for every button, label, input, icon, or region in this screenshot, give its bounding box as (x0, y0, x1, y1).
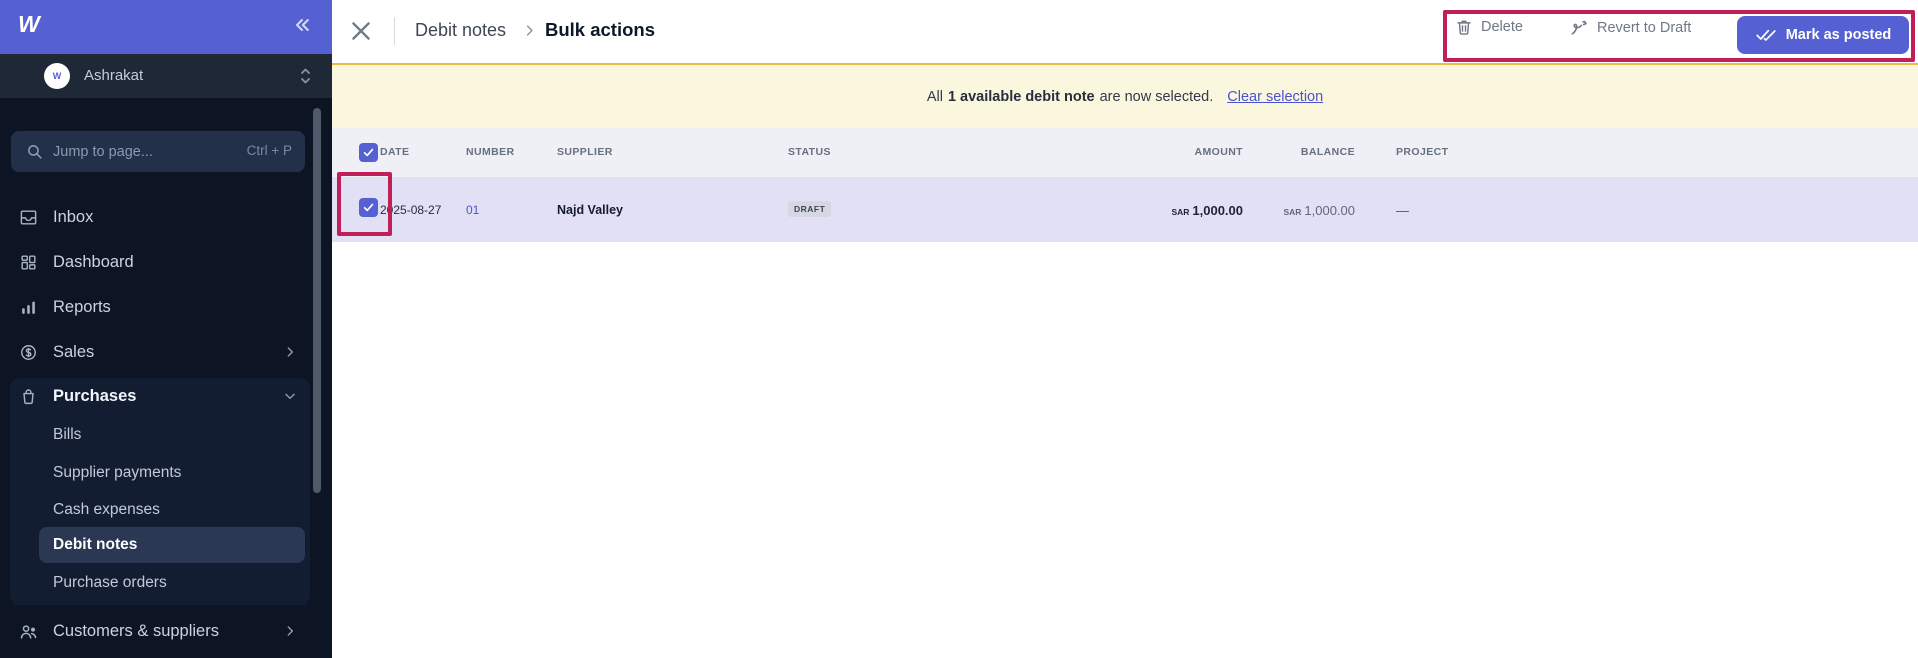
balance-value: 1,000.00 (1304, 203, 1355, 218)
revert-draft-icon (1569, 18, 1589, 38)
chevron-up-down-icon (299, 66, 312, 86)
topbar-divider (394, 17, 395, 45)
banner-prefix: All (927, 89, 943, 105)
cell-number-link[interactable]: 01 (466, 203, 479, 217)
sidebar-subitem-label: Purchase orders (53, 574, 167, 592)
search-input[interactable] (53, 131, 213, 172)
sidebar-item-label: Inbox (53, 208, 93, 227)
column-header-amount: AMOUNT (1195, 146, 1243, 158)
sidebar-item-dashboard[interactable]: Dashboard (0, 245, 310, 281)
wafeq-logo-icon: W (18, 11, 39, 38)
amount-value: 1,000.00 (1192, 203, 1243, 218)
sidebar-item-label: Purchases (53, 387, 136, 406)
sidebar-item-purchases[interactable]: Purchases (0, 379, 310, 415)
sidebar-brand-bar: W (0, 0, 332, 54)
table-header: DATE NUMBER SUPPLIER STATUS AMOUNT BALAN… (332, 128, 1918, 177)
bar-chart-icon (19, 298, 38, 317)
status-badge: DRAFT (788, 201, 831, 217)
chevron-right-icon (283, 345, 297, 359)
cell-amount: SAR 1,000.00 (1171, 203, 1243, 218)
mark-as-posted-label: Mark as posted (1786, 27, 1892, 43)
sidebar-subitem-label: Bills (53, 426, 81, 444)
cell-supplier: Najd Valley (557, 203, 623, 217)
cell-date: 2025-08-27 (380, 203, 441, 217)
sidebar-item-label: Dashboard (53, 253, 134, 272)
breadcrumb-parent[interactable]: Debit notes (415, 20, 506, 41)
user-name: Ashrakat (84, 67, 143, 84)
selection-banner: All 1 available debit note are now selec… (332, 63, 1918, 128)
search-shortcut-hint: Ctrl + P (247, 143, 292, 158)
column-header-project: PROJECT (1396, 146, 1448, 158)
sidebar-item-inbox[interactable]: Inbox (0, 200, 310, 236)
sidebar-subitem-label: Cash expenses (53, 501, 160, 519)
sidebar-item-purchase-orders[interactable]: Purchase orders (10, 565, 310, 601)
select-all-checkbox[interactable] (359, 143, 378, 162)
currency-label: SAR (1283, 207, 1301, 217)
chevron-down-icon (283, 389, 297, 403)
page-title: Bulk actions (545, 19, 655, 41)
clear-selection-link[interactable]: Clear selection (1227, 89, 1323, 105)
account-switcher[interactable]: W Ashrakat (0, 54, 332, 98)
double-check-icon (1755, 27, 1777, 43)
sidebar-item-debit-notes[interactable]: Debit notes (10, 527, 310, 563)
chevron-right-icon (283, 624, 297, 638)
search-icon (26, 143, 43, 160)
sidebar-subitem-label: Debit notes (53, 536, 137, 554)
sidebar-item-supplier-payments[interactable]: Supplier payments (10, 455, 310, 491)
checkmark-icon (362, 201, 375, 214)
cell-project: — (1396, 203, 1409, 218)
checkmark-icon (362, 146, 375, 159)
currency-label: SAR (1171, 207, 1189, 217)
sidebar-item-customers-suppliers[interactable]: Customers & suppliers (0, 614, 310, 650)
collapse-sidebar-icon[interactable] (292, 15, 312, 35)
sidebar-item-label: Reports (53, 298, 111, 317)
table-row[interactable]: 2025-08-27 01 Najd Valley DRAFT SAR 1,00… (332, 177, 1918, 242)
mark-as-posted-button[interactable]: Mark as posted (1737, 16, 1909, 54)
people-icon (19, 622, 39, 642)
jump-to-page-search[interactable]: Ctrl + P (11, 131, 305, 172)
banner-suffix: are now selected. (1100, 89, 1214, 105)
delete-button-label: Delete (1481, 19, 1523, 35)
sidebar-item-label: Customers & suppliers (53, 622, 219, 641)
close-icon[interactable] (348, 18, 374, 44)
row-checkbox[interactable] (359, 198, 378, 217)
banner-count-text: 1 available debit note (948, 89, 1095, 105)
sidebar-item-sales[interactable]: Sales (0, 335, 310, 371)
app-root: W W Ashrakat Ctrl + P Inbox (0, 0, 1918, 658)
column-header-date: DATE (380, 146, 409, 158)
column-header-supplier: SUPPLIER (557, 146, 613, 158)
revert-button-label: Revert to Draft (1597, 20, 1691, 36)
main-content: Debit notes Bulk actions Delete Revert t… (332, 0, 1918, 658)
sidebar-scrollbar[interactable] (313, 108, 321, 493)
shopping-bag-icon (19, 387, 38, 406)
inbox-icon (19, 208, 38, 227)
revert-to-draft-button[interactable]: Revert to Draft (1569, 18, 1691, 38)
sidebar-item-reports[interactable]: Reports (0, 290, 310, 326)
sidebar: W W Ashrakat Ctrl + P Inbox (0, 0, 332, 658)
sidebar-item-cash-expenses[interactable]: Cash expenses (10, 492, 310, 528)
column-header-balance: BALANCE (1301, 146, 1355, 158)
delete-button[interactable]: Delete (1455, 18, 1523, 36)
dashboard-icon (19, 253, 38, 272)
column-header-status: STATUS (788, 146, 831, 158)
sidebar-item-bills[interactable]: Bills (10, 417, 310, 453)
bulk-actions-topbar: Debit notes Bulk actions Delete Revert t… (332, 0, 1918, 63)
avatar: W (44, 63, 70, 89)
cell-status: DRAFT (788, 203, 831, 219)
trash-icon (1455, 18, 1473, 36)
sales-dollar-icon (19, 343, 38, 362)
sidebar-subitem-label: Supplier payments (53, 464, 181, 482)
breadcrumb-chevron-icon (522, 23, 537, 38)
column-header-number: NUMBER (466, 146, 514, 158)
cell-balance: SAR 1,000.00 (1283, 203, 1355, 218)
sidebar-item-label: Sales (53, 343, 94, 362)
